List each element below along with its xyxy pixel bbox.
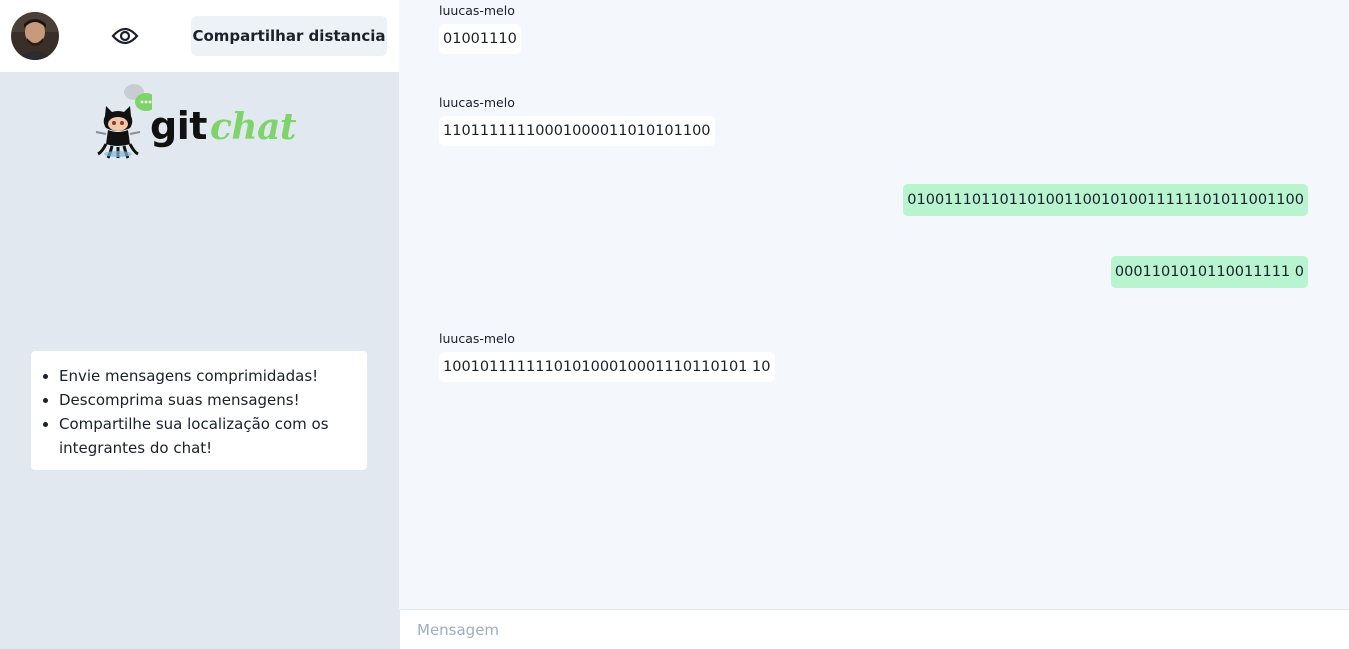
message-bubble: 11011111110001000011010101100 [439, 116, 715, 146]
features-card: Envie mensagens comprimidadas! Descompri… [31, 351, 367, 470]
share-distance-button[interactable]: Compartilhar distancia [191, 16, 387, 56]
logo-word-git: git [150, 104, 207, 148]
chat-app: Compartilhar distancia git chat • Envie … [0, 0, 1349, 649]
message-bubble: 01001110 [439, 24, 521, 54]
message-outgoing: 0100111011011010011001010011111101011001… [903, 184, 1308, 216]
feature-item: Descomprima suas mensagens! [59, 388, 353, 412]
git-chat-logo: git chat [92, 82, 312, 162]
avatar[interactable] [11, 12, 59, 60]
message-composer [399, 609, 1349, 649]
message-bubble: 0001101010110011111 0 [1110, 256, 1308, 288]
features-list: Envie mensagens comprimidadas! Descompri… [59, 364, 353, 460]
message-sender: luucas-melo [439, 95, 515, 110]
sidebar-header: Compartilhar distancia [0, 0, 399, 72]
message-outgoing: 0001101010110011111 0 [1110, 256, 1308, 288]
chat-messages: luucas-melo 01001110 luucas-melo 1101111… [399, 0, 1349, 609]
message-incoming: luucas-melo 01001110 [439, 3, 521, 54]
octocat-icon [95, 84, 152, 159]
message-input[interactable] [400, 610, 1349, 649]
message-sender: luucas-melo [439, 331, 515, 346]
logo-word-chat: chat [210, 106, 297, 148]
message-sender: luucas-melo [439, 3, 515, 18]
eye-icon[interactable] [110, 22, 140, 50]
message-incoming: luucas-melo 1001011111110101000100011101… [439, 331, 775, 382]
message-incoming: luucas-melo 1101111111000100001101010110… [439, 95, 715, 146]
sidebar: Compartilhar distancia git chat • Envie … [0, 0, 399, 649]
feature-item: Compartilhe sua localização com os integ… [59, 412, 353, 460]
feature-item: Envie mensagens comprimidadas! [59, 364, 353, 388]
message-bubble: 100101111111010100010001110110101 10 [439, 352, 775, 382]
message-bubble: 0100111011011010011001010011111101011001… [903, 184, 1308, 216]
